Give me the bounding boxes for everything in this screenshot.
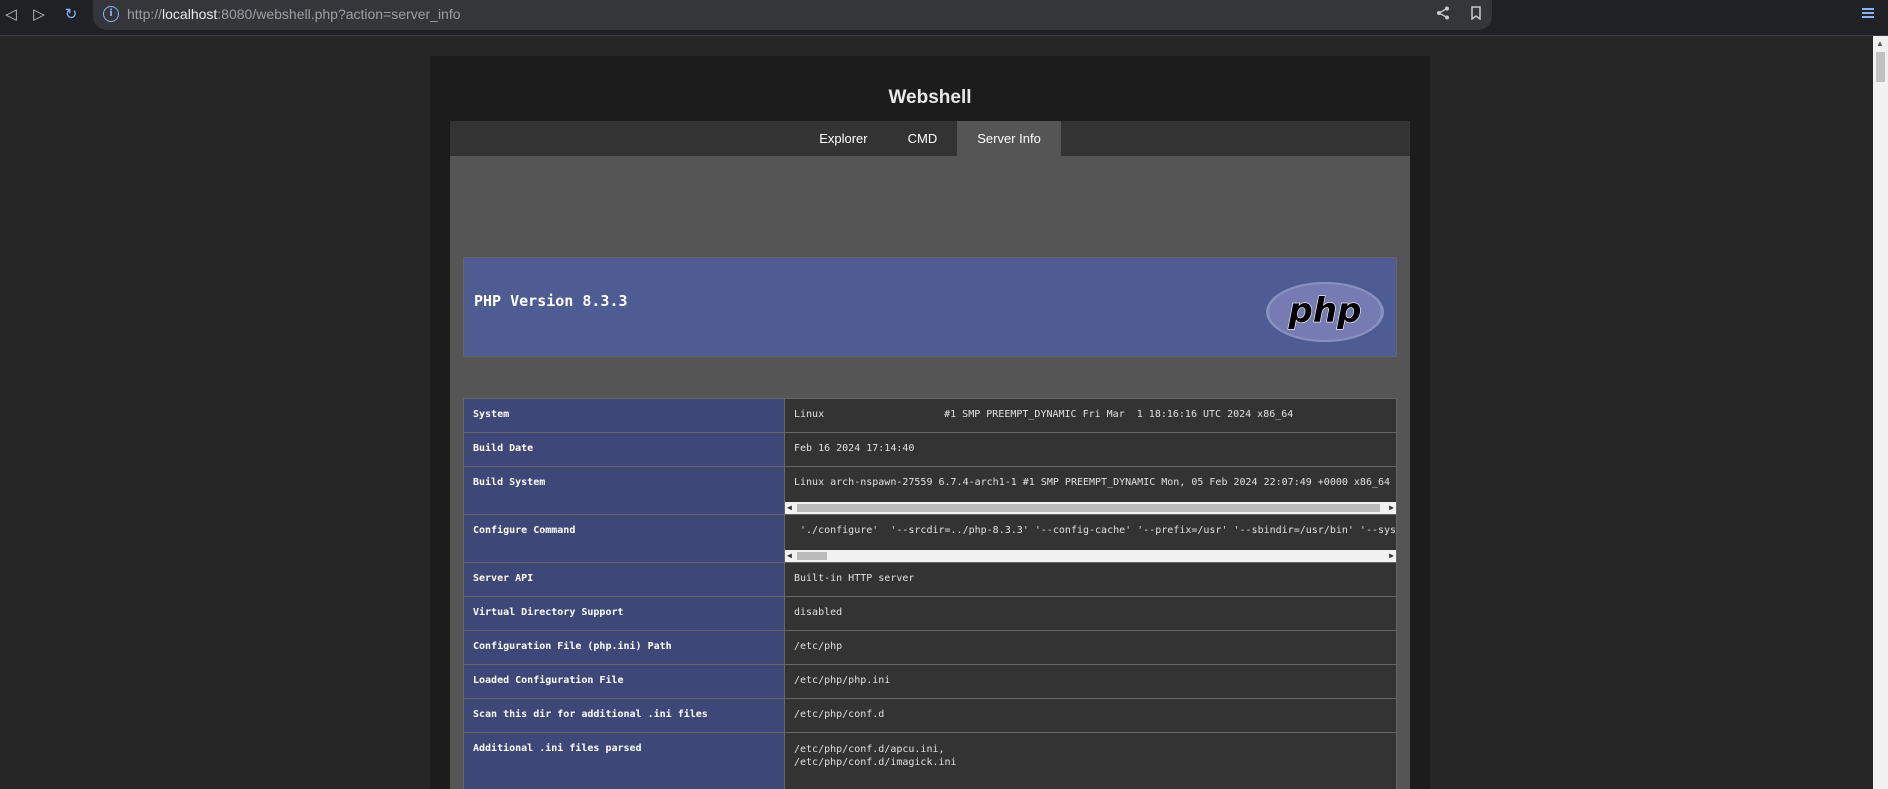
- tab-server-info[interactable]: Server Info: [957, 121, 1061, 156]
- server-info-panel: PHP Version 8.3.3 php System Linux #1 SMP…: [450, 156, 1410, 789]
- row-key: Configure Command: [463, 514, 785, 563]
- row-value-text: /etc/php/conf.d/apcu.ini, /etc/php/conf.…: [794, 744, 957, 768]
- reload-icon[interactable]: ↻: [60, 4, 82, 26]
- php-info-table: System Linux #1 SMP PREEMPT_DYNAMIC Fri M…: [463, 398, 1397, 789]
- row-value: /etc/php/conf.d/apcu.ini, /etc/php/conf.…: [784, 732, 1397, 789]
- page-scrollbar[interactable]: ▲: [1873, 36, 1888, 789]
- table-row: Configuration File (php.ini) Path /etc/p…: [463, 630, 1397, 665]
- row-key: Configuration File (php.ini) Path: [463, 630, 785, 665]
- table-row: Build System Linux arch-nspawn-27559 6.7…: [463, 466, 1397, 515]
- row-key: Virtual Directory Support: [463, 596, 785, 631]
- back-icon[interactable]: ◁: [0, 4, 22, 26]
- tab-explorer[interactable]: Explorer: [799, 121, 887, 156]
- webshell-container: Webshell Explorer CMD Server Info PHP Vers…: [430, 56, 1430, 789]
- svg-text:php: php: [1288, 291, 1362, 331]
- share-icon[interactable]: [1433, 5, 1453, 25]
- bookmark-icon[interactable]: [1466, 5, 1486, 25]
- tab-cmd[interactable]: CMD: [888, 121, 958, 156]
- scroll-right-icon[interactable]: ▶: [1389, 551, 1394, 560]
- row-value-text: './configure' '--srcdir=../php-8.3.3' '-…: [800, 525, 1397, 536]
- horizontal-scrollbar[interactable]: ◀ ▶: [785, 502, 1396, 514]
- table-row: Virtual Directory Support disabled: [463, 596, 1397, 631]
- tab-bar: Explorer CMD Server Info: [450, 121, 1410, 156]
- php-version-heading: PHP Version 8.3.3: [474, 292, 628, 310]
- page-title: Webshell: [888, 87, 972, 108]
- row-value: Linux #1 SMP PREEMPT_DYNAMIC Fri Mar 1 18…: [784, 398, 1397, 433]
- browser-toolbar: ◁ ▷ ↻ i http://localhost:8080/webshell.p…: [0, 0, 1888, 36]
- table-row: Loaded Configuration File /etc/php/php.i…: [463, 664, 1397, 699]
- table-row: Build Date Feb 16 2024 17:14:40: [463, 432, 1397, 467]
- table-row: Server API Built-in HTTP server: [463, 562, 1397, 597]
- row-value-text: Linux arch-nspawn-27559 6.7.4-arch1-1 #1…: [794, 477, 1397, 488]
- row-key: Additional .ini files parsed: [463, 732, 785, 789]
- row-key: Build System: [463, 466, 785, 515]
- forward-icon[interactable]: ▷: [28, 4, 50, 26]
- row-value: /etc/php/php.ini: [784, 664, 1397, 699]
- row-value: Linux arch-nspawn-27559 6.7.4-arch1-1 #1…: [784, 466, 1397, 515]
- row-value: Feb 16 2024 17:14:40: [784, 432, 1397, 467]
- table-row: System Linux #1 SMP PREEMPT_DYNAMIC Fri M…: [463, 398, 1397, 433]
- row-key: System: [463, 398, 785, 433]
- row-value: /etc/php: [784, 630, 1397, 665]
- scroll-up-icon[interactable]: ▲: [1876, 39, 1884, 48]
- scroll-left-icon[interactable]: ◀: [787, 551, 792, 560]
- php-logo-icon: php: [1264, 280, 1386, 344]
- row-key: Build Date: [463, 432, 785, 467]
- scrollbar-thumb[interactable]: [797, 552, 827, 560]
- row-key: Scan this dir for additional .ini files: [463, 698, 785, 733]
- scroll-right-icon[interactable]: ▶: [1389, 503, 1394, 512]
- scroll-left-icon[interactable]: ◀: [787, 503, 792, 512]
- table-row: Configure Command './configure' '--srcdi…: [463, 514, 1397, 563]
- horizontal-scrollbar[interactable]: ◀ ▶: [785, 550, 1396, 562]
- row-value: './configure' '--srcdir=../php-8.3.3' '-…: [784, 514, 1397, 563]
- table-row: Additional .ini files parsed /etc/php/co…: [463, 732, 1397, 789]
- scrollbar-thumb[interactable]: [1876, 52, 1885, 82]
- site-info-icon[interactable]: i: [103, 6, 119, 22]
- row-key: Server API: [463, 562, 785, 597]
- menu-icon[interactable]: [1862, 6, 1874, 20]
- row-value: Built-in HTTP server: [784, 562, 1397, 597]
- url-text[interactable]: http://localhost:8080/webshell.php?actio…: [127, 6, 461, 22]
- row-value: /etc/php/conf.d: [784, 698, 1397, 733]
- row-value: disabled: [784, 596, 1397, 631]
- php-version-header: PHP Version 8.3.3 php: [463, 257, 1397, 357]
- row-key: Loaded Configuration File: [463, 664, 785, 699]
- address-bar[interactable]: i http://localhost:8080/webshell.php?act…: [93, 0, 1492, 30]
- scrollbar-thumb[interactable]: [797, 504, 1380, 512]
- table-row: Scan this dir for additional .ini files …: [463, 698, 1397, 733]
